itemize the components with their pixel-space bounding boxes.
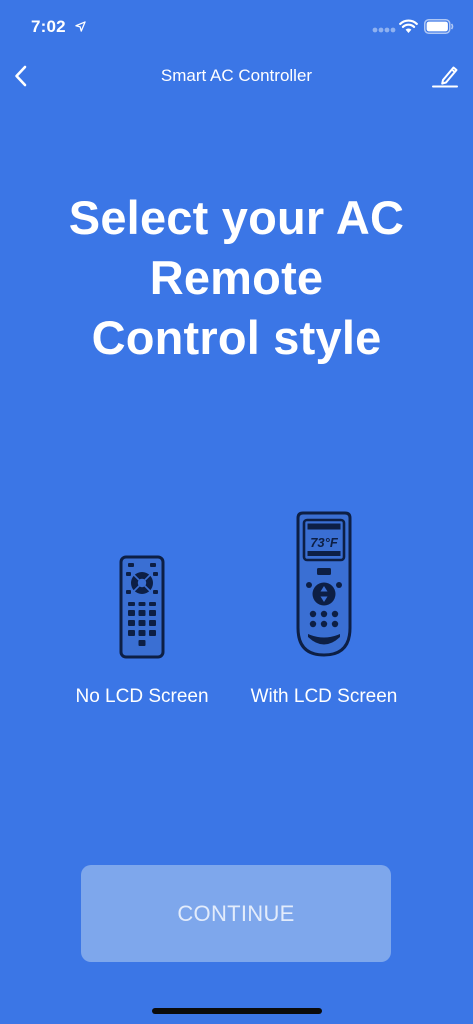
pencil-icon — [432, 66, 458, 88]
remote-with-lcd-icon: 73°F — [296, 511, 352, 657]
battery-icon — [424, 19, 454, 34]
option-no-lcd[interactable]: No LCD Screen — [57, 510, 227, 709]
headline: Select your AC Remote Control style — [68, 191, 405, 364]
location-arrow-icon — [75, 21, 86, 32]
option-label-no-lcd: No LCD Screen — [75, 686, 209, 707]
wifi-icon — [399, 19, 418, 33]
status-bar: 7:02 — [0, 0, 473, 54]
edit-button[interactable] — [429, 60, 461, 92]
option-label-with-lcd: With LCD Screen — [250, 686, 398, 707]
status-time: 7:02 — [31, 17, 66, 36]
lcd-display-value: 73°F — [310, 535, 339, 550]
remote-no-lcd-art — [57, 510, 227, 660]
nav-bar: Smart AC Controller — [0, 54, 473, 98]
cellular-signal-icon — [372, 27, 396, 33]
remote-no-lcd-icon — [119, 555, 165, 659]
page-title: Smart AC Controller — [160, 66, 313, 85]
option-with-lcd[interactable]: 73°F With LCD Screen — [239, 510, 409, 709]
home-indicator — [152, 1008, 322, 1014]
continue-button[interactable]: CONTINUE — [81, 865, 391, 962]
remote-with-lcd-art: 73°F — [239, 510, 409, 660]
